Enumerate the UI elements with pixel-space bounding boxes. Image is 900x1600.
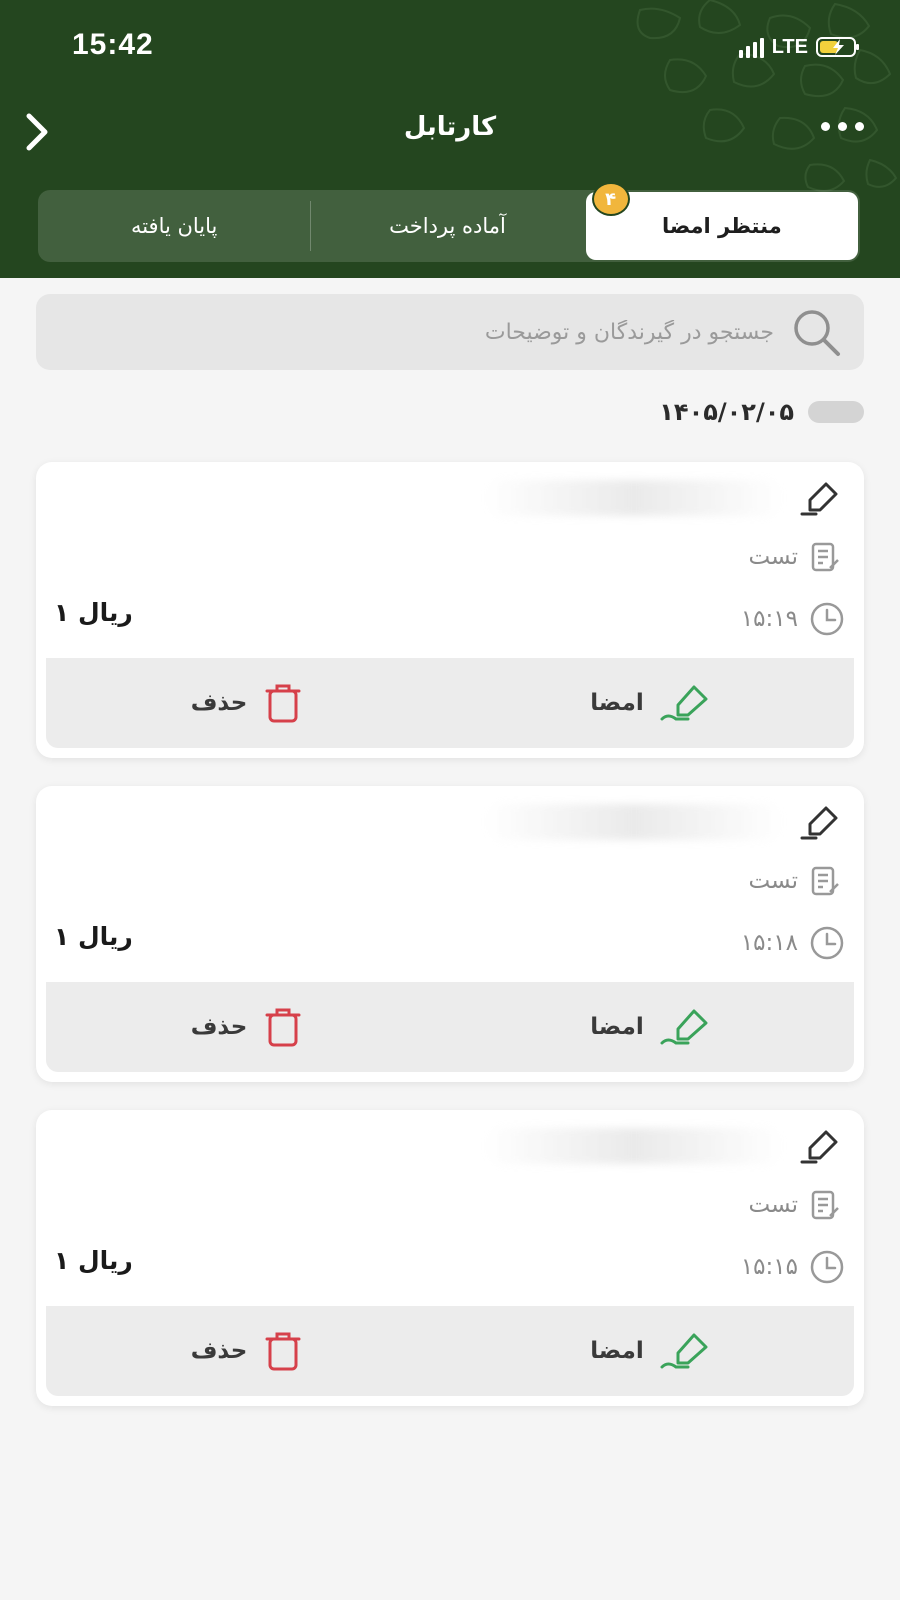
page-title: کارتابل xyxy=(403,112,497,142)
amount-text: ۱ ریال xyxy=(54,1246,133,1275)
payment-card[interactable]: تست ۱۵:۱۵ ۱ ریال امضا حذف xyxy=(36,1110,864,1406)
recipient-name-blurred xyxy=(484,480,784,516)
clock-icon xyxy=(810,602,844,636)
signal-icon xyxy=(738,36,764,58)
sign-button[interactable]: امضا xyxy=(450,1306,854,1396)
time-text: ۱۵:۱۸ xyxy=(740,930,798,956)
network-label: LTE xyxy=(771,35,808,58)
amount-text: ۱ ریال xyxy=(54,922,133,951)
search-bar xyxy=(36,294,864,370)
search-icon[interactable] xyxy=(786,302,846,362)
trash-icon xyxy=(265,1008,301,1047)
card-description: تست xyxy=(748,540,842,574)
sign-button[interactable]: امضا xyxy=(450,982,854,1072)
clock-icon xyxy=(810,926,844,960)
tab-awaiting-signature[interactable]: منتظر امضا ۴ xyxy=(585,182,858,260)
payment-card[interactable]: تست ۱۵:۱۸ ۱ ریال امضا حذف xyxy=(36,786,864,1082)
card-time: ۱۵:۱۹ xyxy=(741,600,846,638)
recipient-name-blurred xyxy=(484,804,784,840)
delete-label: حذف xyxy=(190,690,248,716)
date-label: ۱۴۰۵/۰۲/۰۵ xyxy=(659,398,794,426)
date-group-header: ۱۴۰۵/۰۲/۰۵ xyxy=(659,398,864,426)
delete-label: حذف xyxy=(190,1014,248,1040)
pen-icon xyxy=(800,1130,838,1164)
note-icon xyxy=(811,542,839,572)
delete-label: حذف xyxy=(190,1338,248,1364)
note-icon xyxy=(811,1190,839,1220)
card-actions: امضا حذف xyxy=(46,1306,854,1396)
recipient-name-blurred xyxy=(484,1128,784,1164)
date-pill xyxy=(808,401,864,423)
tab-label: آماده پرداخت xyxy=(389,214,506,238)
header-pattern xyxy=(636,0,898,192)
card-description: تست xyxy=(748,864,842,898)
card-description: تست xyxy=(748,1188,842,1222)
note-icon xyxy=(811,866,839,896)
description-text: تست xyxy=(748,1192,798,1218)
more-options-icon[interactable] xyxy=(821,122,864,131)
sign-pen-icon xyxy=(660,1009,708,1045)
trash-icon xyxy=(265,1332,301,1371)
tab-label: پایان یافته xyxy=(130,214,218,238)
payment-card[interactable]: تست ۱۵:۱۹ ۱ ریال امضا حذف xyxy=(36,462,864,758)
tab-ready-to-pay[interactable]: آماده پرداخت xyxy=(311,190,583,262)
sign-pen-icon xyxy=(660,685,708,721)
search-input[interactable] xyxy=(54,319,786,345)
amount-text: ۱ ریال xyxy=(54,598,133,627)
battery-charging-icon xyxy=(816,37,859,57)
pen-icon xyxy=(800,482,838,516)
trash-icon xyxy=(265,684,301,723)
card-time: ۱۵:۱۵ xyxy=(741,1248,846,1286)
clock-icon xyxy=(810,1250,844,1284)
card-actions: امضا حذف xyxy=(46,982,854,1072)
time-text: ۱۵:۱۹ xyxy=(740,606,798,632)
status-indicators: LTE xyxy=(738,34,860,60)
card-actions: امضا حذف xyxy=(46,658,854,748)
tab-bar: منتظر امضا ۴ آماده پرداخت پایان یافته xyxy=(38,182,860,262)
sign-button[interactable]: امضا xyxy=(450,658,854,748)
time-text: ۱۵:۱۵ xyxy=(740,1254,798,1280)
description-text: تست xyxy=(748,544,798,570)
sign-label: امضا xyxy=(590,690,644,716)
card-time: ۱۵:۱۸ xyxy=(741,924,846,962)
sign-label: امضا xyxy=(590,1014,644,1040)
delete-button[interactable]: حذف xyxy=(46,982,450,1072)
pen-icon xyxy=(800,806,838,840)
sign-pen-icon xyxy=(660,1333,708,1369)
delete-button[interactable]: حذف xyxy=(46,1306,450,1396)
status-time: 15:42 xyxy=(72,28,154,61)
description-text: تست xyxy=(748,868,798,894)
app-header: 15:42 LTE کارتابل منتظر امضا ۴ آماده پرد… xyxy=(0,0,900,278)
sign-label: امضا xyxy=(590,1338,644,1364)
tab-label: منتظر امضا xyxy=(661,214,782,238)
tab-completed[interactable]: پایان یافته xyxy=(38,190,310,262)
tab-count-badge: ۴ xyxy=(591,182,630,216)
delete-button[interactable]: حذف xyxy=(46,658,450,748)
